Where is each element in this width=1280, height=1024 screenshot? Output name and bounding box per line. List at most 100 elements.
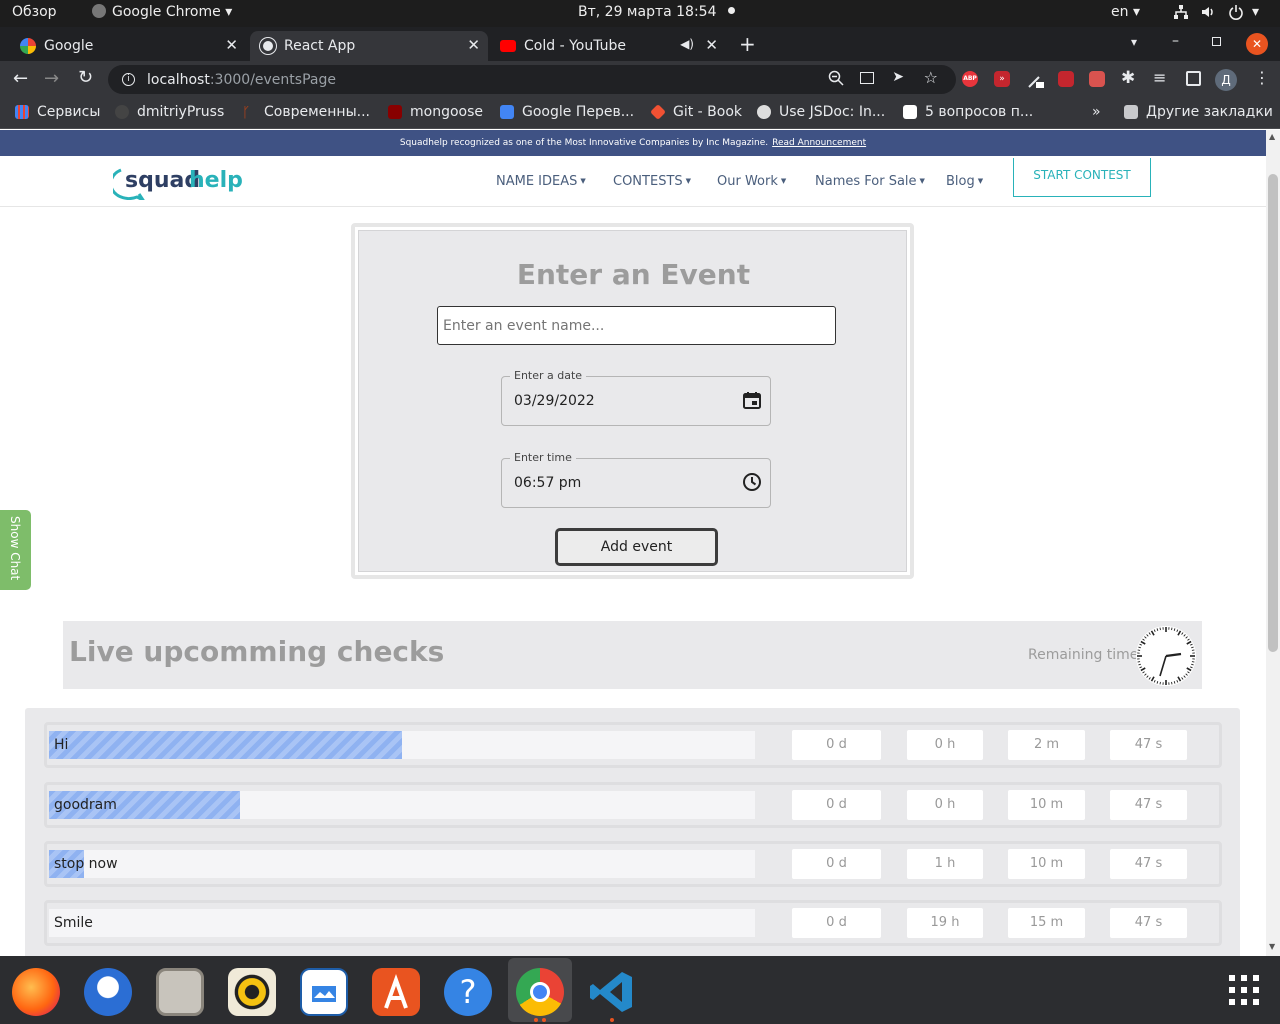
system-menu-caret-icon[interactable]: ▾ xyxy=(1252,4,1259,20)
activities-button[interactable]: Обзор xyxy=(12,4,57,20)
caret-down-icon: ▼ xyxy=(580,177,586,185)
forward-icon[interactable]: → xyxy=(44,68,59,89)
back-icon[interactable]: ← xyxy=(13,68,28,89)
event-name-input[interactable] xyxy=(437,306,836,345)
time-field[interactable]: Enter time 06:57 pm xyxy=(501,451,771,508)
fast-forward-extension-icon[interactable]: » xyxy=(994,71,1010,87)
nav-label: Blog xyxy=(946,174,975,189)
side-panel-icon[interactable] xyxy=(1186,71,1201,86)
volume-icon[interactable] xyxy=(1200,4,1216,20)
event-row: Hi 0 d 0 h 2 m 47 s xyxy=(44,722,1222,768)
bookmark-jsdoc[interactable]: Use JSDoc: In... xyxy=(757,104,885,120)
seconds-counter: 47 s xyxy=(1110,849,1187,879)
bookmark-star-icon[interactable]: ☆ xyxy=(924,68,938,87)
squadhelp-logo[interactable]: squad help xyxy=(113,166,243,200)
tab-youtube[interactable]: Cold - YouTube ◀) ✕ xyxy=(490,31,726,61)
help-icon[interactable]: ? xyxy=(444,968,492,1016)
vscode-icon[interactable] xyxy=(588,968,636,1016)
app-menu[interactable]: Google Chrome ▾ xyxy=(92,4,232,20)
folder-icon xyxy=(1124,105,1138,119)
thunderbird-icon[interactable] xyxy=(84,968,132,1016)
close-window-icon[interactable]: ✕ xyxy=(1246,33,1268,55)
bookmarks-bar: Сервисы dmitriyPruss ᚴ Современны... mong… xyxy=(0,98,1280,129)
firefox-icon[interactable] xyxy=(12,968,60,1016)
extension-grid-icon[interactable] xyxy=(1089,71,1105,87)
network-icon[interactable] xyxy=(1173,4,1189,20)
nav-blog[interactable]: Blog ▼ xyxy=(946,174,983,189)
close-tab-icon[interactable]: ✕ xyxy=(225,36,238,54)
tab-title: Google xyxy=(44,38,94,54)
hours-counter: 19 h xyxy=(907,908,983,938)
calendar-icon[interactable] xyxy=(742,390,762,410)
bookmark-label: dmitriyPruss xyxy=(137,104,225,120)
page-viewport: Squadhelp recognized as one of the Most … xyxy=(0,130,1266,956)
event-row: goodram 0 d 0 h 10 m 47 s xyxy=(44,782,1222,828)
nav-our-work[interactable]: Our Work ▼ xyxy=(717,174,786,189)
eyedropper-extension-icon[interactable] xyxy=(1027,71,1044,88)
tab-react-app[interactable]: React App ✕ xyxy=(250,31,488,61)
bookmark-modern[interactable]: ᚴ Современны... xyxy=(242,104,370,121)
bookmark-label: mongoose xyxy=(410,104,484,120)
remaining-time-label: Remaining time: xyxy=(1028,647,1144,663)
nav-names-for-sale[interactable]: Names For Sale ▼ xyxy=(815,174,925,189)
bookmark-translate[interactable]: Google Перев... xyxy=(500,104,634,120)
scroll-up-arrow-icon[interactable]: ▲ xyxy=(1269,132,1275,141)
scrollbar-thumb[interactable] xyxy=(1268,174,1278,652)
profile-avatar[interactable]: Д xyxy=(1215,69,1237,91)
page-scrollbar[interactable]: ▲ ▼ xyxy=(1266,130,1280,956)
running-indicator xyxy=(542,1018,546,1022)
bookmark-git-book[interactable]: Git - Book xyxy=(650,104,742,120)
clock-icon[interactable] xyxy=(742,472,762,492)
close-tab-icon[interactable]: ✕ xyxy=(467,36,480,54)
new-tab-icon[interactable]: + xyxy=(739,32,756,56)
tab-google[interactable]: Google ✕ xyxy=(10,31,246,61)
media-queue-icon[interactable]: ≡ xyxy=(1153,68,1166,87)
kebab-menu-icon[interactable]: ⋮ xyxy=(1254,68,1270,87)
power-icon[interactable] xyxy=(1228,4,1244,20)
extensions-puzzle-icon[interactable]: ✱ xyxy=(1121,68,1135,88)
tab-search-icon[interactable]: ▾ xyxy=(1131,35,1137,49)
seconds-counter: 47 s xyxy=(1110,790,1187,820)
date-field-label: Enter a date xyxy=(510,369,587,382)
zoom-icon[interactable] xyxy=(828,70,844,86)
nav-contests[interactable]: CONTESTS ▼ xyxy=(613,174,691,189)
bookmark-label: Use JSDoc: In... xyxy=(779,104,886,120)
address-bar[interactable]: i localhost:3000/eventsPage ➤ ☆ xyxy=(108,65,956,94)
audio-playing-icon[interactable]: ◀) xyxy=(680,37,694,51)
scroll-down-arrow-icon[interactable]: ▼ xyxy=(1269,942,1275,951)
minimize-window-icon[interactable]: – xyxy=(1172,33,1179,49)
days-counter: 0 d xyxy=(792,730,881,760)
bookmark-site-icon: ᚴ xyxy=(242,105,251,121)
maximize-window-icon[interactable] xyxy=(1212,37,1221,46)
add-event-button[interactable]: Add event xyxy=(555,528,718,566)
send-icon[interactable]: ➤ xyxy=(892,69,904,85)
bookmark-other-folder[interactable]: Другие закладки xyxy=(1124,104,1273,120)
reading-mode-icon[interactable] xyxy=(860,72,874,84)
site-info-icon[interactable]: i xyxy=(122,73,135,86)
writer-icon[interactable] xyxy=(300,968,348,1016)
software-icon[interactable] xyxy=(372,968,420,1016)
bookmark-apps[interactable]: Сервисы xyxy=(15,104,100,120)
bookmark-site-icon xyxy=(903,105,917,119)
start-contest-button[interactable]: START CONTEST xyxy=(1013,158,1151,197)
clock-menu[interactable]: Вт, 29 марта 18:54 xyxy=(578,4,736,20)
extension-red-icon[interactable] xyxy=(1058,71,1074,87)
reload-icon[interactable]: ↻ xyxy=(78,67,93,88)
bookmarks-overflow-button[interactable]: » xyxy=(1092,104,1101,120)
apps-grid-icon[interactable] xyxy=(1228,974,1260,1006)
system-datetime: Вт, 29 марта 18:54 xyxy=(578,4,717,20)
nav-name-ideas[interactable]: NAME IDEAS ▼ xyxy=(496,174,586,189)
bookmark-github[interactable]: dmitriyPruss xyxy=(115,104,224,120)
show-chat-toggle[interactable]: Show Chat xyxy=(0,510,31,590)
chrome-icon[interactable] xyxy=(516,968,564,1016)
close-tab-icon[interactable]: ✕ xyxy=(705,36,718,54)
bookmark-questions[interactable]: 5 вопросов п... xyxy=(903,104,1033,120)
rhythmbox-icon[interactable] xyxy=(228,968,276,1016)
banner-link[interactable]: Read Announcement xyxy=(772,138,866,148)
date-field[interactable]: Enter a date 03/29/2022 xyxy=(501,369,771,426)
adblock-icon[interactable]: ABP xyxy=(962,71,978,87)
bookmark-mongoose[interactable]: mongoose xyxy=(388,104,483,120)
language-menu[interactable]: en ▾ xyxy=(1111,4,1140,20)
progress-bar: goodram xyxy=(49,791,755,819)
files-icon[interactable] xyxy=(156,968,204,1016)
